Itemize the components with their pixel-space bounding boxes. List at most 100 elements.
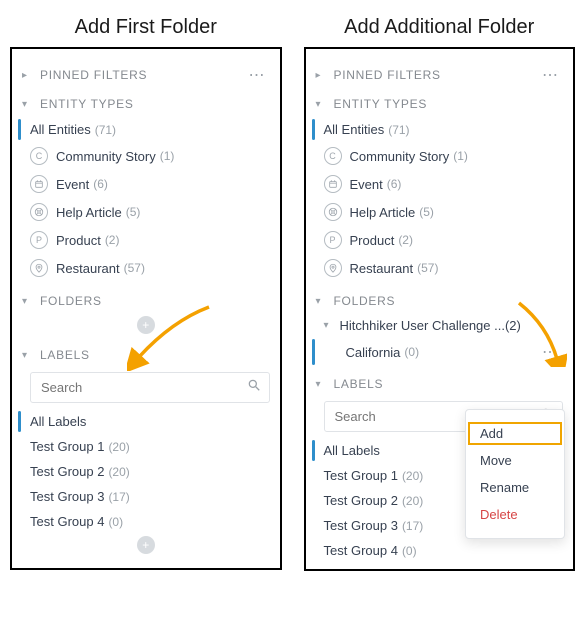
entity-item[interactable]: Help Article (5) [12,198,280,226]
entity-icon: P [324,231,342,249]
entity-icon: P [30,231,48,249]
entity-item-name: Product [56,233,101,248]
label-item-name: Test Group 3 [324,518,398,533]
pinned-filters-header[interactable]: ▸ PINNED FILTERS ⋯ [306,59,574,91]
entity-item-count: (71) [95,123,116,137]
entity-item-count: (1) [160,149,175,163]
label-item[interactable]: Test Group 2 (20) [12,459,280,484]
pinned-filters-menu-icon[interactable]: ⋯ [538,65,563,85]
entity-item-name: Event [56,177,89,192]
label-item-count: (0) [402,544,417,558]
chevron-right-icon: ▸ [22,70,34,81]
entity-item-name: Restaurant [56,261,120,276]
menu-rename[interactable]: Rename [466,474,564,501]
entity-all[interactable]: All Entities (71) [306,117,574,142]
entity-icon [30,259,48,277]
pinned-filters-header[interactable]: ▸ PINNED FILTERS ⋯ [12,59,280,91]
entity-item-count: (71) [388,123,409,137]
entity-item[interactable]: C Community Story (1) [12,142,280,170]
pinned-filters-label: PINNED FILTERS [40,68,245,82]
folders-label: FOLDERS [334,294,564,308]
entity-item-count: (5) [126,205,141,219]
entity-list: All Entities (71) C Community Story (1) … [306,117,574,282]
folder-item-menu-icon[interactable]: ⋯ [538,342,563,362]
labels-all[interactable]: All Labels [12,409,280,434]
entity-list: All Entities (71) C Community Story (1) … [12,117,280,282]
label-item-count: (20) [402,469,423,483]
entity-item-name: Community Story [56,149,156,164]
entity-item[interactable]: Restaurant (57) [306,254,574,282]
labels-list: All Labels Test Group 1 (20) Test Group … [12,409,280,534]
labels-search[interactable] [30,372,270,403]
entity-icon [324,175,342,193]
entity-icon [324,259,342,277]
menu-delete[interactable]: Delete [466,501,564,528]
left-panel: ▸ PINNED FILTERS ⋯ ▾ ENTITY TYPES All En… [10,47,282,570]
menu-add[interactable]: Add [466,420,564,447]
label-item-count: (0) [108,515,123,529]
entity-all[interactable]: All Entities (71) [12,117,280,142]
folders-header[interactable]: ▾ FOLDERS [306,288,574,314]
folders-header[interactable]: ▾ FOLDERS [12,288,280,314]
entity-item-count: (57) [124,261,145,275]
entity-item[interactable]: Restaurant (57) [12,254,280,282]
folder-child-item[interactable]: California (0) ⋯ [306,337,574,367]
entity-types-label: ENTITY TYPES [40,97,270,111]
column-title-left: Add First Folder [10,16,282,39]
add-label-button[interactable]: + [12,534,280,562]
label-item[interactable]: Test Group 3 (17) [12,484,280,509]
folders-label: FOLDERS [40,294,270,308]
entity-item-name: All Entities [30,122,91,137]
folder-name: Hitchhiker User Challenge ... [340,318,505,333]
label-item-name: Test Group 3 [30,489,104,504]
entity-item[interactable]: Help Article (5) [306,198,574,226]
chevron-down-icon: ▾ [316,379,328,390]
folder-item[interactable]: ▾ Hitchhiker User Challenge ... (2) [306,314,574,337]
chevron-down-icon: ▾ [22,350,34,361]
label-item[interactable]: Test Group 4 (0) [306,538,574,563]
label-item-name: Test Group 1 [324,468,398,483]
entity-items-container: C Community Story (1) Event (6) Help Art… [12,142,280,282]
chevron-down-icon: ▾ [324,320,336,331]
add-folder-empty[interactable]: + [12,314,280,342]
entity-item[interactable]: P Product (2) [12,226,280,254]
entity-item-count: (1) [453,149,468,163]
entity-items-container: C Community Story (1) Event (6) Help Art… [306,142,574,282]
column-title-right: Add Additional Folder [304,16,576,39]
entity-item[interactable]: Event (6) [12,170,280,198]
folder-child-name: California [346,345,401,360]
entity-item-name: Help Article [350,205,416,220]
search-input[interactable] [39,379,247,396]
labels-label: LABELS [40,348,270,362]
entity-icon: C [30,147,48,165]
label-item[interactable]: Test Group 4 (0) [12,509,280,534]
plus-icon: + [137,536,155,554]
menu-move[interactable]: Move [466,447,564,474]
label-items-container: Test Group 1 (20) Test Group 2 (20) Test… [12,434,280,534]
chevron-down-icon: ▾ [316,296,328,307]
entity-icon: C [324,147,342,165]
entity-types-header[interactable]: ▾ ENTITY TYPES [12,91,280,117]
label-item[interactable]: Test Group 1 (20) [12,434,280,459]
chevron-right-icon: ▸ [316,70,328,81]
pinned-filters-menu-icon[interactable]: ⋯ [245,65,270,85]
folder-context-menu: Add Move Rename Delete [465,409,565,539]
entity-item-count: (6) [93,177,108,191]
entity-icon [324,203,342,221]
pinned-filters-label: PINNED FILTERS [334,68,539,82]
entity-item-count: (2) [105,233,120,247]
right-panel: ▸ PINNED FILTERS ⋯ ▾ ENTITY TYPES All En… [304,47,576,571]
entity-types-header[interactable]: ▾ ENTITY TYPES [306,91,574,117]
labels-header[interactable]: ▾ LABELS [306,371,574,397]
entity-item-name: Product [350,233,395,248]
entity-item-name: Event [350,177,383,192]
folder-count: (2) [505,318,521,333]
entity-item[interactable]: P Product (2) [306,226,574,254]
labels-all-name: All Labels [324,443,380,458]
label-item-count: (17) [108,490,129,504]
labels-header[interactable]: ▾ LABELS [12,342,280,368]
entity-item[interactable]: Event (6) [306,170,574,198]
chevron-down-icon: ▾ [22,296,34,307]
entity-item-count: (5) [419,205,434,219]
entity-item[interactable]: C Community Story (1) [306,142,574,170]
